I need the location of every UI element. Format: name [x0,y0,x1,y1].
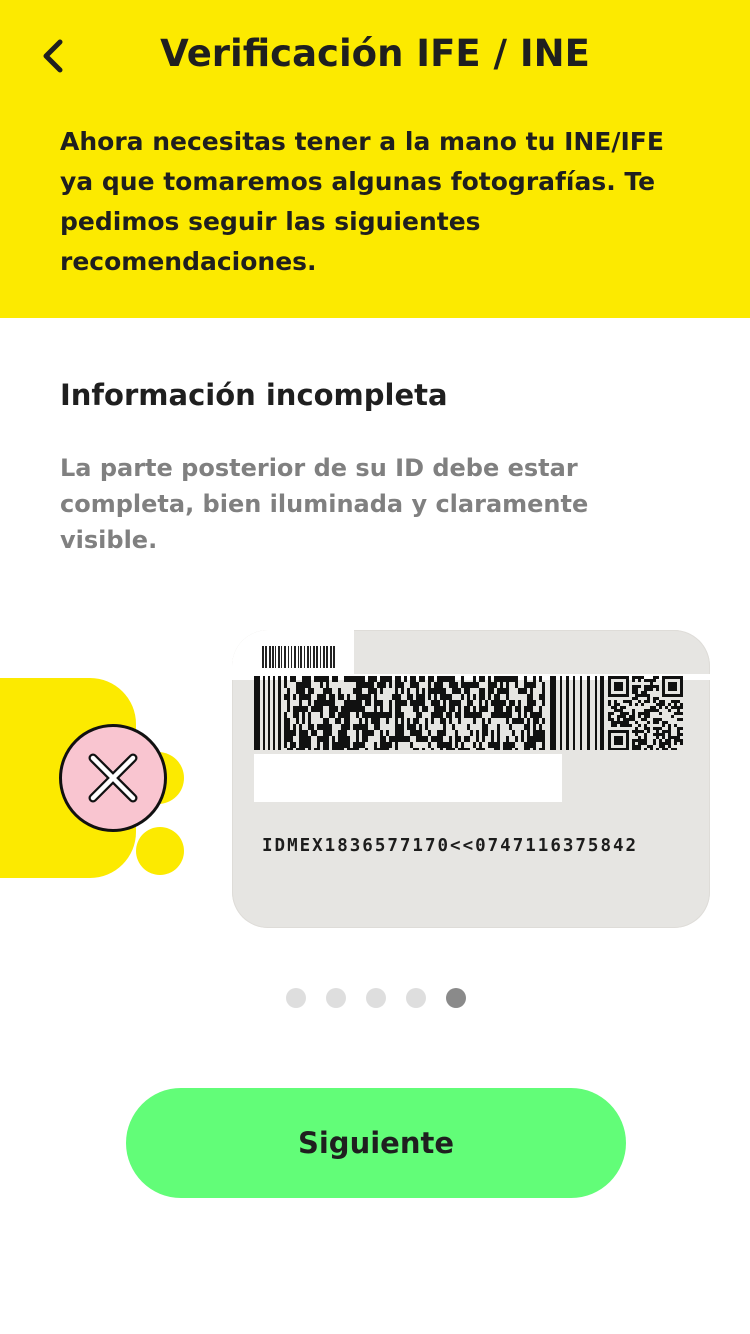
id-card-back: IDMEX1836577170<<0747116375842 [232,630,710,928]
error-badge [59,724,167,832]
intro-text: Ahora necesitas tener a la mano tu INE/I… [60,127,664,276]
header: Verificación IFE / INE Ahora necesitas t… [0,0,750,318]
card-blank-field [254,754,562,802]
decorative-dot [136,827,184,875]
next-button[interactable]: Siguiente [126,1088,626,1198]
tip-illustration: IDMEX1836577170<<0747116375842 [0,600,750,960]
pagination-dot[interactable] [286,988,306,1008]
pagination-dot[interactable] [446,988,466,1008]
close-x-icon [88,753,138,803]
page-title: Verificación IFE / INE [160,32,590,75]
pagination-dot[interactable] [326,988,346,1008]
tip-title: Información incompleta [60,378,448,412]
pdf417-barcode [254,676,604,750]
pagination-dot[interactable] [366,988,386,1008]
next-button-label: Siguiente [297,1126,455,1160]
tip-description: La parte posterior de su ID debe estar c… [60,454,589,554]
qr-code [608,676,683,750]
pagination-dots [286,988,466,1008]
pagination-dot[interactable] [406,988,426,1008]
card-mrz-line: IDMEX1836577170<<0747116375842 [262,836,639,856]
small-barcode [262,646,335,668]
